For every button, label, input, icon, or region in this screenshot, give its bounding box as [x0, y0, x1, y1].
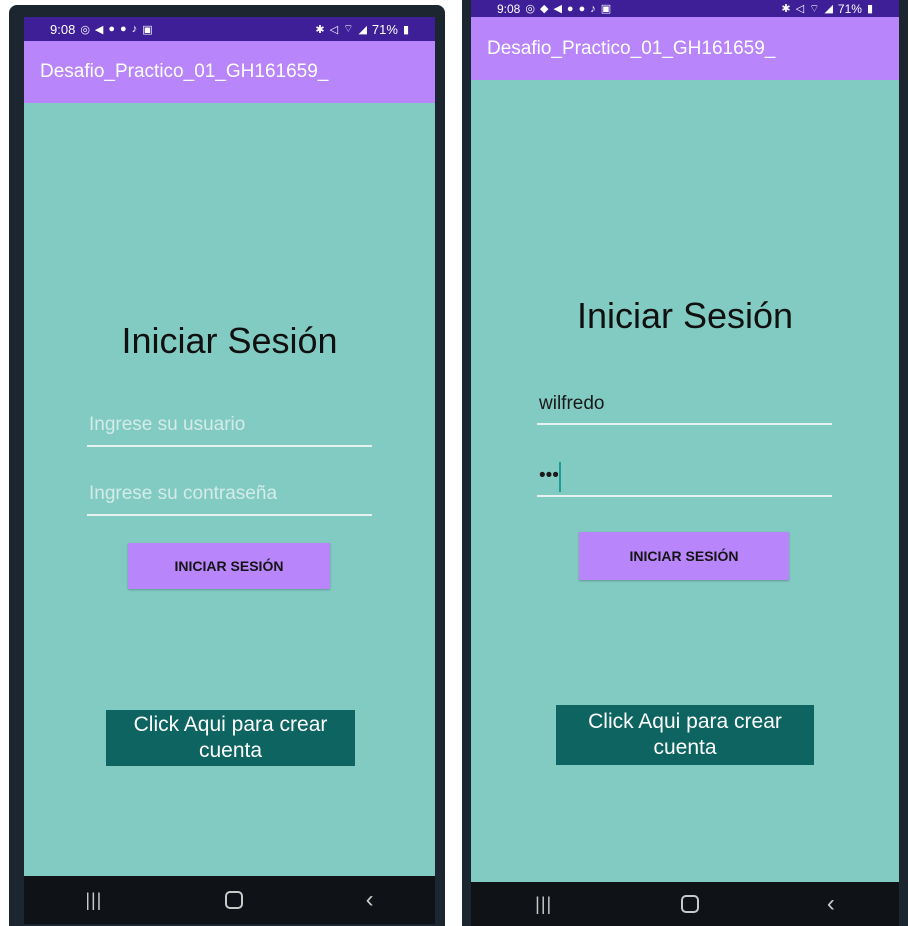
facebook-icon: ● — [578, 2, 586, 15]
mute-icon: ◁ — [329, 23, 339, 36]
bluetooth-icon: ✱ — [781, 3, 791, 15]
whatsapp-icon: ◎ — [80, 23, 90, 36]
battery-level: 71% — [837, 1, 862, 16]
recent-apps-icon[interactable]: ||| — [85, 890, 102, 911]
status-bar: 9:08 ◎ ◆ ◀ ● ● ♪ ▣ ✱ ◁ ⌔ ◢ 71% ▮ — [471, 0, 899, 17]
navigation-bar: ||| ‹ — [471, 882, 899, 926]
create-account-button[interactable]: Click Aqui para crear cuenta — [106, 710, 355, 766]
signal-icon: ◢ — [358, 23, 367, 36]
tiktok-icon: ♪ — [590, 2, 596, 15]
bluetooth-icon: ✱ — [315, 23, 325, 36]
password-input[interactable] — [87, 480, 372, 516]
login-button[interactable]: INICIAR SESIÓN — [579, 532, 789, 580]
login-button[interactable]: INICIAR SESIÓN — [128, 543, 330, 589]
username-input[interactable] — [537, 391, 832, 425]
status-bar: 9:08 ◎ ◀ ● ● ♪ ▣ ✱ ◁ ⌔ ◢ 71% ▮ — [24, 17, 435, 41]
app-bar: Desafio_Practico_01_GH161659_ — [471, 17, 899, 80]
send-icon: ◀ — [94, 23, 104, 36]
app-bar: Desafio_Practico_01_GH161659_ — [24, 41, 435, 103]
facebook-icon: ● — [566, 2, 574, 15]
app-title: Desafio_Practico_01_GH161659_ — [40, 61, 329, 82]
tiktok-icon: ♪ — [131, 23, 138, 35]
gallery-icon: ▣ — [600, 3, 612, 15]
signal-icon: ◢ — [824, 3, 833, 15]
text-cursor — [559, 462, 561, 492]
status-time: 9:08 — [50, 21, 76, 37]
back-icon[interactable]: ‹ — [827, 890, 835, 918]
status-time: 9:08 — [497, 1, 521, 16]
recent-apps-icon[interactable]: ||| — [535, 894, 552, 915]
battery-icon: ▮ — [402, 23, 409, 36]
home-icon[interactable] — [225, 891, 244, 909]
mute-icon: ◁ — [795, 3, 805, 15]
navigation-bar: ||| ‹ — [24, 876, 435, 924]
wifi-icon: ⌔ — [343, 23, 354, 35]
home-icon[interactable] — [680, 895, 699, 913]
app-screen: 9:08 ◎ ◀ ● ● ♪ ▣ ✱ ◁ ⌔ ◢ 71% ▮ Desafio_P… — [24, 17, 435, 924]
password-input[interactable]: ••• — [537, 461, 832, 497]
whatsapp-icon: ◎ — [525, 3, 535, 15]
login-heading: Iniciar Sesión — [576, 295, 794, 336]
back-icon[interactable]: ‹ — [366, 886, 374, 914]
battery-icon: ▮ — [866, 3, 873, 15]
create-account-button[interactable]: Click Aqui para crear cuenta — [556, 705, 814, 765]
phone-screen-left: 9:08 ◎ ◀ ● ● ♪ ▣ ✱ ◁ ⌔ ◢ 71% ▮ Desafio_P… — [9, 5, 445, 926]
send-icon: ◀ — [553, 3, 562, 15]
facebook-icon: ● — [120, 23, 127, 35]
login-heading: Iniciar Sesión — [121, 320, 338, 361]
wifi-icon: ⌔ — [809, 2, 820, 15]
battery-level: 71% — [371, 21, 398, 37]
notification-icon: ◆ — [539, 3, 549, 15]
app-title: Desafio_Practico_01_GH161659_ — [487, 37, 776, 59]
facebook-icon: ● — [108, 23, 116, 35]
password-dots: ••• — [539, 465, 559, 486]
username-input[interactable] — [87, 411, 372, 447]
gallery-icon: ▣ — [142, 23, 153, 36]
app-screen: 9:08 ◎ ◆ ◀ ● ● ♪ ▣ ✱ ◁ ⌔ ◢ 71% ▮ Desafio… — [471, 0, 899, 926]
phone-screen-right: 9:08 ◎ ◆ ◀ ● ● ♪ ▣ ✱ ◁ ⌔ ◢ 71% ▮ Desafio… — [462, 0, 908, 926]
